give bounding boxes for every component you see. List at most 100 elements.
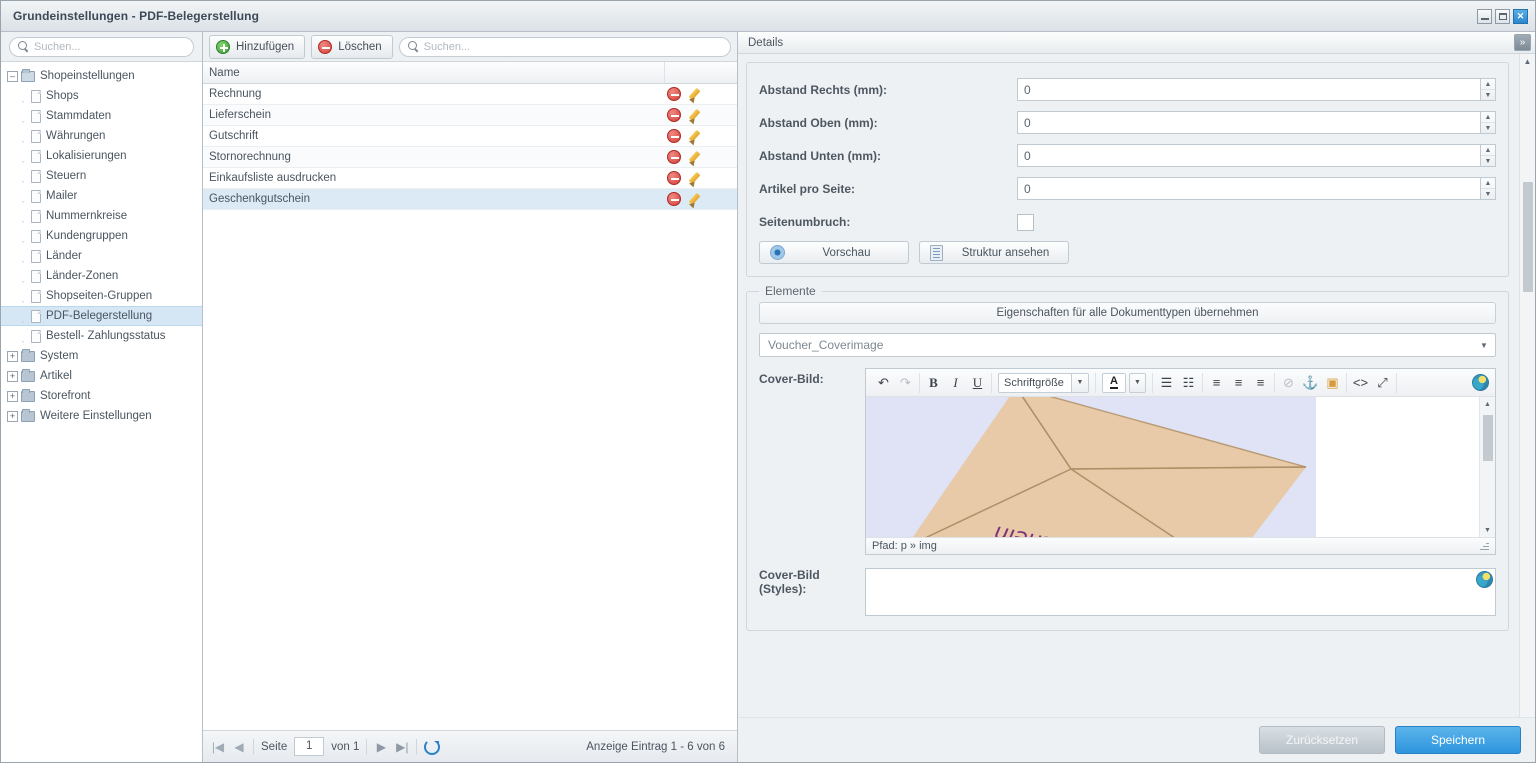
minimize-button[interactable] — [1477, 8, 1492, 24]
row-edit-icon[interactable] — [690, 108, 704, 122]
redo-icon[interactable]: ↷ — [898, 375, 913, 390]
row-delete-icon[interactable] — [667, 108, 681, 122]
spinner-up-icon[interactable]: ▲ — [1481, 79, 1495, 90]
pager-first-button[interactable]: |◀ — [211, 740, 225, 754]
spinner-down-icon[interactable]: ▼ — [1481, 123, 1495, 133]
table-row[interactable]: Stornorechnung — [203, 147, 737, 168]
spinner-down-icon[interactable]: ▼ — [1481, 90, 1495, 100]
row-edit-icon[interactable] — [690, 150, 704, 164]
fullscreen-icon[interactable]: ⤢ — [1375, 375, 1390, 390]
tree-item-steuern[interactable]: Steuern — [1, 166, 202, 186]
pager-next-button[interactable]: ▶ — [374, 740, 388, 754]
tree-item-bestell-zahlungsstatus[interactable]: Bestell- Zahlungsstatus — [1, 326, 202, 346]
tree-item-w-hrungen[interactable]: Währungen — [1, 126, 202, 146]
tree-expander-icon[interactable]: + — [7, 350, 18, 362]
tree-item-pdf-belegerstellung[interactable]: PDF-Belegerstellung — [1, 306, 202, 326]
editor-content-area[interactable]: Gutschein ▲ ▼ — [866, 397, 1495, 537]
abstand-unten-mm-input[interactable] — [1017, 144, 1480, 167]
scroll-up-icon[interactable]: ▲ — [1520, 54, 1535, 69]
grid-column-name[interactable]: Name — [203, 62, 665, 83]
scrollbar-thumb[interactable] — [1523, 182, 1533, 292]
unlink-icon[interactable]: ⊘ — [1281, 375, 1296, 390]
align-right-icon[interactable]: ≡ — [1253, 375, 1268, 390]
row-delete-icon[interactable] — [667, 171, 681, 185]
spinner-down-icon[interactable]: ▼ — [1481, 156, 1495, 166]
spinner-up-icon[interactable]: ▲ — [1481, 145, 1495, 156]
row-edit-icon[interactable] — [690, 192, 704, 206]
bullet-list-icon[interactable]: ☰ — [1159, 375, 1174, 390]
row-delete-icon[interactable] — [667, 192, 681, 206]
collapse-panel-button[interactable]: » — [1514, 34, 1531, 51]
tree-item-storefront[interactable]: + Storefront — [1, 386, 202, 406]
tree-item-artikel[interactable]: + Artikel — [1, 366, 202, 386]
chevron-down-icon[interactable]: ▼ — [1129, 372, 1146, 393]
element-select[interactable]: Voucher_Coverimage ▼ — [759, 333, 1496, 357]
abstand-oben-mm-input[interactable] — [1017, 111, 1480, 134]
tree-item-shopeinstellungen[interactable]: – Shopeinstellungen — [1, 66, 202, 86]
spinner-down-icon[interactable]: ▼ — [1481, 189, 1495, 199]
scroll-up-icon[interactable]: ▲ — [1480, 397, 1495, 411]
tree-item-weitere-einstellungen[interactable]: + Weitere Einstellungen — [1, 406, 202, 426]
tree-expander-icon[interactable]: + — [7, 370, 18, 382]
font-size-select[interactable]: Schriftgröße ▼ — [998, 372, 1089, 393]
resize-handle-icon[interactable] — [1479, 541, 1489, 551]
tree-item-shopseiten-gruppen[interactable]: Shopseiten-Gruppen — [1, 286, 202, 306]
bold-icon[interactable]: B — [926, 375, 941, 390]
scroll-down-icon[interactable]: ▼ — [1480, 523, 1495, 537]
save-button[interactable]: Speichern — [1395, 726, 1521, 754]
globe-icon[interactable] — [1472, 374, 1489, 391]
align-left-icon[interactable]: ≡ — [1209, 375, 1224, 390]
abstand-rechts-mm-input[interactable] — [1017, 78, 1480, 101]
spinner-up-icon[interactable]: ▲ — [1481, 178, 1495, 189]
anchor-icon[interactable]: ⚓ — [1302, 375, 1318, 390]
table-row[interactable]: Geschenkgutschein — [203, 189, 737, 210]
pager-last-button[interactable]: ▶| — [395, 740, 409, 754]
delete-button[interactable]: Löschen — [311, 34, 393, 59]
source-code-icon[interactable]: <> — [1353, 375, 1368, 390]
artikel-pro-seite-input[interactable] — [1017, 177, 1480, 200]
tree-item-stammdaten[interactable]: Stammdaten — [1, 106, 202, 126]
text-color-icon[interactable]: A — [1102, 372, 1126, 393]
globe-icon[interactable] — [1476, 571, 1493, 588]
tree-expander-icon[interactable]: + — [7, 390, 18, 402]
tree-item-lokalisierungen[interactable]: Lokalisierungen — [1, 146, 202, 166]
tree-item-l-nder[interactable]: Länder — [1, 246, 202, 266]
table-row[interactable]: Gutschrift — [203, 126, 737, 147]
tree-item-l-nder-zonen[interactable]: Länder-Zonen — [1, 266, 202, 286]
tree-item-system[interactable]: + System — [1, 346, 202, 366]
row-edit-icon[interactable] — [690, 129, 704, 143]
refresh-icon[interactable] — [424, 738, 441, 755]
row-edit-icon[interactable] — [690, 87, 704, 101]
tree-item-mailer[interactable]: Mailer — [1, 186, 202, 206]
row-delete-icon[interactable] — [667, 129, 681, 143]
row-edit-icon[interactable] — [690, 171, 704, 185]
maximize-button[interactable] — [1495, 8, 1510, 24]
pagebreak-checkbox[interactable] — [1017, 213, 1034, 231]
apply-all-document-types-button[interactable]: Eigenschaften für alle Dokumenttypen übe… — [759, 302, 1496, 324]
table-row[interactable]: Einkaufsliste ausdrucken — [203, 168, 737, 189]
undo-icon[interactable]: ↶ — [876, 375, 891, 390]
cover-styles-input[interactable] — [865, 568, 1496, 616]
close-button[interactable]: ✕ — [1513, 8, 1528, 24]
tree-item-shops[interactable]: Shops — [1, 86, 202, 106]
table-row[interactable]: Lieferschein — [203, 105, 737, 126]
details-vertical-scrollbar[interactable]: ▲ — [1519, 54, 1535, 717]
tree-item-nummernkreise[interactable]: Nummernkreise — [1, 206, 202, 226]
add-button[interactable]: Hinzufügen — [209, 34, 306, 59]
pager-prev-button[interactable]: ◀ — [232, 740, 246, 754]
underline-icon[interactable]: U — [970, 375, 985, 390]
tree-expander-icon[interactable]: – — [7, 70, 18, 82]
row-delete-icon[interactable] — [667, 87, 681, 101]
view-structure-button[interactable]: Struktur ansehen — [919, 241, 1069, 264]
grid-search-input[interactable]: Suchen... — [398, 36, 731, 57]
numbered-list-icon[interactable]: ☷ — [1181, 375, 1196, 390]
table-row[interactable]: Rechnung — [203, 84, 737, 105]
tree-search-input[interactable]: Suchen... — [9, 36, 194, 57]
tree-expander-icon[interactable]: + — [7, 410, 18, 422]
tree-item-kundengruppen[interactable]: Kundengruppen — [1, 226, 202, 246]
align-center-icon[interactable]: ≡ — [1231, 375, 1246, 390]
preview-button[interactable]: Vorschau — [759, 241, 909, 264]
scrollbar-thumb[interactable] — [1483, 415, 1493, 461]
reset-button[interactable]: Zurücksetzen — [1259, 726, 1385, 754]
pager-page-input[interactable]: 1 — [294, 737, 325, 756]
